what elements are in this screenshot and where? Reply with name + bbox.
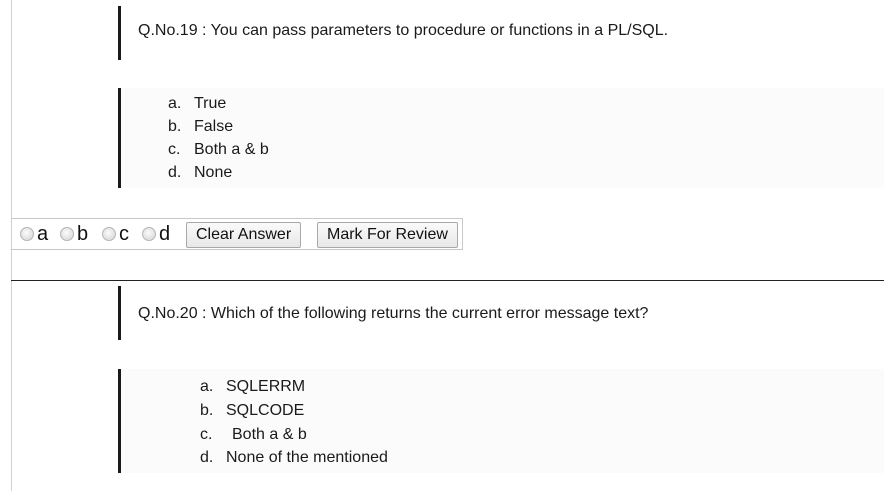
radio-circle-icon[interactable]: [60, 227, 74, 241]
radio-option-c[interactable]: c: [102, 224, 129, 244]
option-19-b: b. False: [168, 118, 233, 136]
option-19-c: c. Both a & b: [168, 141, 269, 159]
question-20-options-marker: [118, 369, 121, 473]
radio-option-b[interactable]: b: [60, 224, 88, 244]
option-letter: a.: [168, 95, 182, 112]
option-20-b: b. SQLCODE: [200, 402, 304, 420]
mark-for-review-button[interactable]: Mark For Review: [317, 222, 458, 248]
option-20-c: c. Both a & b: [200, 426, 307, 444]
radio-label: d: [159, 223, 171, 245]
option-20-d: d. None of the mentioned: [200, 449, 388, 467]
radio-circle-icon[interactable]: [102, 227, 116, 241]
option-19-a: a. True: [168, 95, 226, 113]
question-20-text: Q.No.20 : Which of the following returns…: [138, 305, 649, 322]
question-19-text: Q.No.19 : You can pass parameters to pro…: [138, 22, 669, 39]
option-letter: c.: [200, 426, 213, 443]
radio-circle-icon[interactable]: [142, 227, 156, 241]
option-text: None: [194, 164, 233, 181]
option-letter: d.: [200, 449, 214, 466]
option-letter: c.: [168, 141, 181, 158]
answer-bar: a b c d Clear Answer Mark For Review: [11, 218, 463, 250]
radio-option-a[interactable]: a: [20, 224, 48, 244]
question-19-marker: [118, 6, 121, 60]
radio-label: b: [77, 223, 89, 245]
option-text: True: [194, 95, 227, 112]
option-text: Both a & b: [194, 141, 269, 158]
question-19-options: a. True b. False c. Both a & b d. None: [118, 88, 884, 188]
option-text: False: [194, 118, 234, 135]
radio-label: c: [119, 223, 129, 245]
clear-answer-button[interactable]: Clear Answer: [186, 222, 302, 248]
question-20-header: Q.No.20 : Which of the following returns…: [118, 286, 884, 340]
question-separator: [11, 280, 884, 281]
option-letter: d.: [168, 164, 182, 181]
radio-option-d[interactable]: d: [142, 224, 170, 244]
option-20-a: a. SQLERRM: [200, 378, 305, 396]
option-text: Both a & b: [232, 426, 307, 443]
option-text: None of the mentioned: [226, 449, 388, 466]
radio-circle-icon[interactable]: [20, 227, 34, 241]
option-letter: a.: [200, 378, 214, 395]
option-text: SQLCODE: [226, 402, 305, 419]
option-text: SQLERRM: [226, 378, 306, 395]
option-19-d: d. None: [168, 164, 232, 182]
question-19-options-marker: [118, 88, 121, 188]
question-20-marker: [118, 286, 121, 340]
option-letter: b.: [200, 402, 214, 419]
question-19-header: Q.No.19 : You can pass parameters to pro…: [118, 6, 884, 60]
option-letter: b.: [168, 118, 182, 135]
radio-label: a: [37, 223, 49, 245]
question-20-options: a. SQLERRM b. SQLCODE c. Both a & b d. None …: [118, 369, 884, 473]
